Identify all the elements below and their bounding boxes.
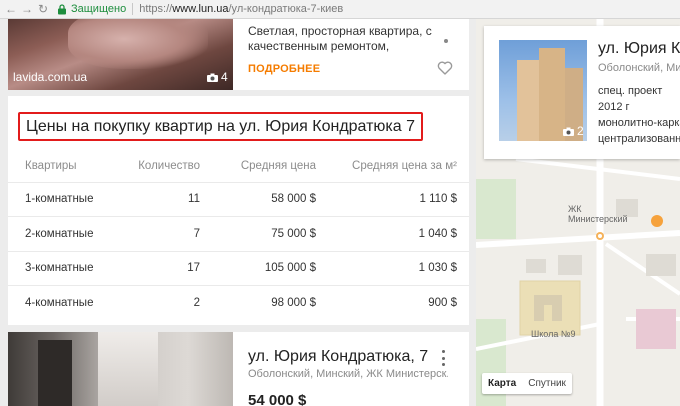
cell-count: 2: [118, 285, 200, 320]
cell-rooms: 2-комнатные: [8, 216, 118, 251]
price-table-title: Цены на покупку квартир на ул. Юрия Конд…: [26, 117, 416, 135]
building-construction: монолитно-каркас: [598, 117, 680, 129]
photo-detail: [517, 60, 539, 141]
url-scheme: https://: [139, 3, 173, 15]
table-row[interactable]: 2-комнатные 7 75 000 $ 1 040 $: [8, 216, 469, 251]
cell-count: 11: [118, 181, 200, 217]
listing-source: lavida.com.ua: [13, 70, 88, 84]
listing-title[interactable]: ул. Юрия Кондратюка, 7: [248, 348, 428, 366]
forward-arrow-icon[interactable]: →: [19, 0, 35, 18]
map-label-zhk: ЖК: [568, 204, 582, 214]
column-header-avg-price-sqm: Средняя цена за м²: [352, 159, 457, 172]
lock-icon: [58, 3, 66, 14]
price-title-highlight: Цены на покупку квартир на ул. Юрия Конд…: [18, 112, 424, 141]
column-header-apartments: Квартиры: [25, 159, 77, 172]
photo-count-value: 2: [577, 124, 584, 138]
cell-rooms: 1-комнатные: [8, 181, 118, 217]
table-row[interactable]: 3-комнатные 17 105 000 $ 1 030 $: [8, 250, 469, 286]
photo-count: 4: [207, 70, 228, 84]
table-row[interactable]: 1-комнатные 11 58 000 $ 1 110 $: [8, 181, 469, 217]
cell-avg-price: 58 000 $: [200, 181, 316, 217]
cell-avg-price: 98 000 $: [200, 285, 316, 320]
photo-detail: [98, 332, 158, 406]
listing-card-bottom[interactable]: ул. Юрия Кондратюка, 7 Оболонский, Минск…: [8, 332, 469, 406]
more-options-icon[interactable]: [440, 350, 446, 366]
url-host: www.lun.ua: [172, 3, 229, 15]
table-row[interactable]: 4-комнатные 2 98 000 $ 900 $: [8, 285, 469, 320]
url-separator: [132, 3, 134, 15]
secure-label: Защищено: [71, 3, 127, 15]
photo-detail: [68, 19, 208, 69]
map-type-toggle: Карта Спутник: [482, 373, 572, 394]
price-table-card: Цены на покупку квартир на ул. Юрия Конд…: [8, 96, 469, 325]
map-label-school: Школа №9: [531, 329, 576, 339]
column-header-avg-price: Средняя цена: [240, 159, 316, 172]
building-subtitle: Оболонский, Ми: [598, 62, 680, 74]
map-mode-button[interactable]: Карта: [482, 373, 522, 394]
cell-count: 7: [118, 216, 200, 251]
more-link[interactable]: ПОДРОБНЕЕ: [248, 63, 320, 75]
camera-icon: [207, 73, 218, 82]
reload-icon[interactable]: ↻: [35, 0, 51, 18]
cell-rooms: 3-комнатные: [8, 250, 118, 286]
url-field[interactable]: Защищено https://www.lun.ua/ул-кондратюк…: [57, 0, 343, 18]
heart-icon[interactable]: [437, 60, 453, 76]
listing-photo[interactable]: [8, 332, 233, 406]
photo-detail: [38, 340, 72, 406]
price-table: Квартиры Количество Средняя цена Средняя…: [8, 150, 469, 320]
satellite-mode-button[interactable]: Спутник: [522, 373, 572, 394]
building-card[interactable]: 2 ул. Юрия Ког Оболонский, Ми спец. прое…: [484, 26, 680, 159]
cell-avg-price: 105 000 $: [200, 250, 316, 286]
building-title[interactable]: ул. Юрия Ког: [598, 40, 680, 58]
status-dot-icon: [444, 39, 448, 43]
column-header-count: Количество: [138, 159, 200, 172]
building-photo[interactable]: 2: [499, 40, 587, 141]
listing-card-top[interactable]: lavida.com.ua 4 Светлая, просторная квар…: [8, 19, 469, 90]
cell-avg-price-sqm: 1 030 $: [316, 250, 469, 286]
cell-count: 17: [118, 250, 200, 286]
listing-price: 54 000 $: [248, 392, 307, 406]
url-path: /ул-кондратюка-7-киев: [228, 3, 344, 15]
cell-rooms: 4-комнатные: [8, 285, 118, 320]
listing-subtitle: Оболонский, Минский, ЖК Министерск...: [248, 368, 448, 380]
browser-address-bar: ← → ↻ Защищено https://www.lun.ua/ул-кон…: [0, 0, 680, 19]
cell-avg-price-sqm: 1 040 $: [316, 216, 469, 251]
camera-icon: [563, 127, 574, 136]
photo-count-value: 4: [221, 70, 228, 84]
cell-avg-price: 75 000 $: [200, 216, 316, 251]
listing-photo[interactable]: lavida.com.ua 4: [8, 19, 233, 90]
table-header-row: Квартиры Количество Средняя цена Средняя…: [8, 150, 469, 182]
photo-count: 2: [563, 124, 584, 138]
listing-description: Светлая, просторная квартира, с качестве…: [248, 24, 432, 53]
cell-avg-price-sqm: 900 $: [316, 285, 469, 320]
cell-avg-price-sqm: 1 110 $: [316, 181, 469, 217]
back-arrow-icon[interactable]: ←: [3, 0, 19, 18]
map-label-ministerskiy: Министерский: [568, 214, 628, 224]
building-heating: централизованно: [598, 133, 680, 145]
building-project: спец. проект: [598, 85, 663, 97]
photo-detail: [539, 48, 565, 141]
building-year: 2012 г: [598, 101, 630, 113]
